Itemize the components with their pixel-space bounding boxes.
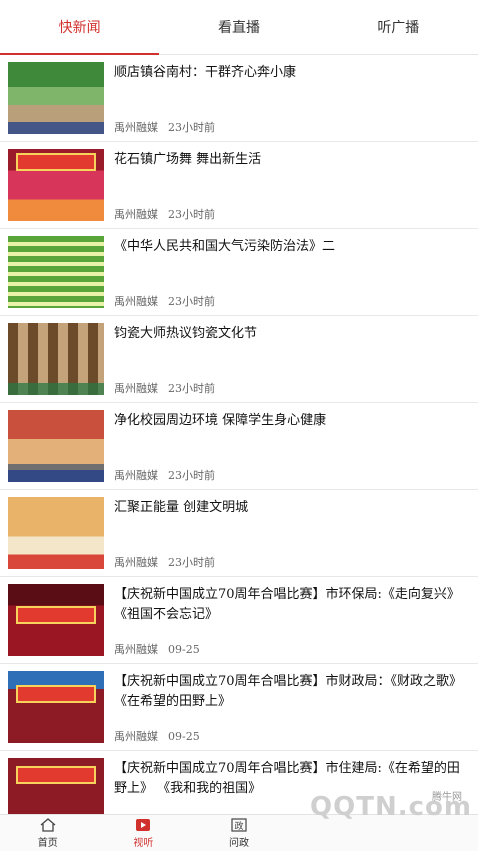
news-thumbnail	[8, 62, 104, 134]
news-source: 禹州融媒	[114, 121, 158, 134]
thumb-caption-bar	[8, 122, 104, 134]
nav-icon-4	[327, 825, 343, 839]
nav-politics[interactable]: 政 问政	[191, 815, 287, 851]
news-thumbnail	[8, 410, 104, 482]
news-list: 顺店镇谷南村：干群齐心奔小康 禹州融媒 23小时前 花石镇广场舞 舞出新生活 禹州…	[0, 55, 478, 837]
news-time: 23小时前	[168, 208, 215, 221]
news-item[interactable]: 《中华人民共和国大气污染防治法》二 禹州融媒 23小时前	[0, 229, 478, 316]
news-time: 09-25	[168, 730, 200, 743]
news-item[interactable]: 净化校园周边环境 保障学生身心健康 禹州融媒 23小时前	[0, 403, 478, 490]
thumb-caption-bar	[8, 470, 104, 482]
news-time: 23小时前	[168, 382, 215, 395]
news-thumbnail	[8, 323, 104, 395]
thumb-banner	[16, 685, 96, 703]
tab-quick-news[interactable]: 快新闻	[0, 0, 160, 55]
home-icon	[40, 817, 56, 832]
news-item[interactable]: 【庆祝新中国成立70周年合唱比赛】市财政局：《财政之歌》 《在希望的田野上》 禹…	[0, 664, 478, 751]
watermark-small: 腾牛网	[432, 792, 462, 803]
politics-icon: 政	[231, 817, 247, 832]
thumb-banner	[16, 766, 96, 784]
nav-home[interactable]: 首页	[0, 815, 96, 851]
news-time: 09-25	[168, 643, 200, 656]
video-icon	[135, 818, 151, 832]
news-source: 禹州融媒	[114, 643, 158, 656]
news-item[interactable]: 钧瓷大师热议钧瓷文化节 禹州融媒 23小时前	[0, 316, 478, 403]
news-thumbnail	[8, 497, 104, 569]
news-time: 23小时前	[168, 121, 215, 134]
news-item[interactable]: 汇聚正能量 创建文明城 禹州融媒 23小时前	[0, 490, 478, 577]
news-source: 禹州融媒	[114, 469, 158, 482]
news-source: 禹州融媒	[114, 295, 158, 308]
nav-label: 问政	[228, 837, 249, 849]
news-thumbnail	[8, 149, 104, 221]
news-time: 23小时前	[168, 469, 215, 482]
news-title: 【庆祝新中国成立70周年合唱比赛】市财政局：《财政之歌》 《在希望的田野上》	[114, 674, 463, 709]
news-time: 23小时前	[168, 295, 215, 308]
news-source: 禹州融媒	[114, 382, 158, 395]
nav-label: 视听	[133, 837, 154, 849]
nav-video[interactable]: 视听	[96, 815, 192, 851]
news-title: 钧瓷大师热议钧瓷文化节	[114, 326, 258, 341]
news-title: 顺店镇谷南村：干群齐心奔小康	[114, 65, 297, 80]
news-source: 禹州融媒	[114, 208, 158, 221]
news-title: 【庆祝新中国成立70周年合唱比赛】市环保局:《走向复兴》 《祖国不会忘记》	[114, 587, 460, 622]
news-item[interactable]: 顺店镇谷南村：干群齐心奔小康 禹州融媒 23小时前	[0, 55, 478, 142]
news-title: 净化校园周边环境 保障学生身心健康	[114, 413, 327, 428]
news-thumbnail	[8, 671, 104, 743]
thumb-banner	[16, 153, 96, 171]
news-item[interactable]: 花石镇广场舞 舞出新生活 禹州融媒 23小时前	[0, 142, 478, 229]
tab-radio[interactable]: 听广播	[319, 0, 478, 54]
svg-text:政: 政	[234, 820, 243, 832]
news-time: 23小时前	[168, 556, 215, 569]
news-title: 汇聚正能量 创建文明城	[114, 500, 249, 515]
thumb-banner	[16, 606, 96, 624]
nav-label: 首页	[37, 837, 58, 849]
thumb-caption-bar	[8, 383, 104, 395]
top-tabs: 快新闻 看直播 听广播	[0, 0, 478, 55]
news-source: 禹州融媒	[114, 556, 158, 569]
news-title: 花石镇广场舞 舞出新生活	[114, 152, 262, 167]
news-thumbnail	[8, 584, 104, 656]
news-thumbnail	[8, 236, 104, 308]
news-source: 禹州融媒	[114, 730, 158, 743]
news-item[interactable]: 【庆祝新中国成立70周年合唱比赛】市环保局:《走向复兴》 《祖国不会忘记》 禹州…	[0, 577, 478, 664]
tab-live[interactable]: 看直播	[159, 0, 318, 54]
news-title: 《中华人民共和国大气污染防治法》二	[114, 239, 336, 254]
nav-icon-5	[422, 825, 438, 839]
